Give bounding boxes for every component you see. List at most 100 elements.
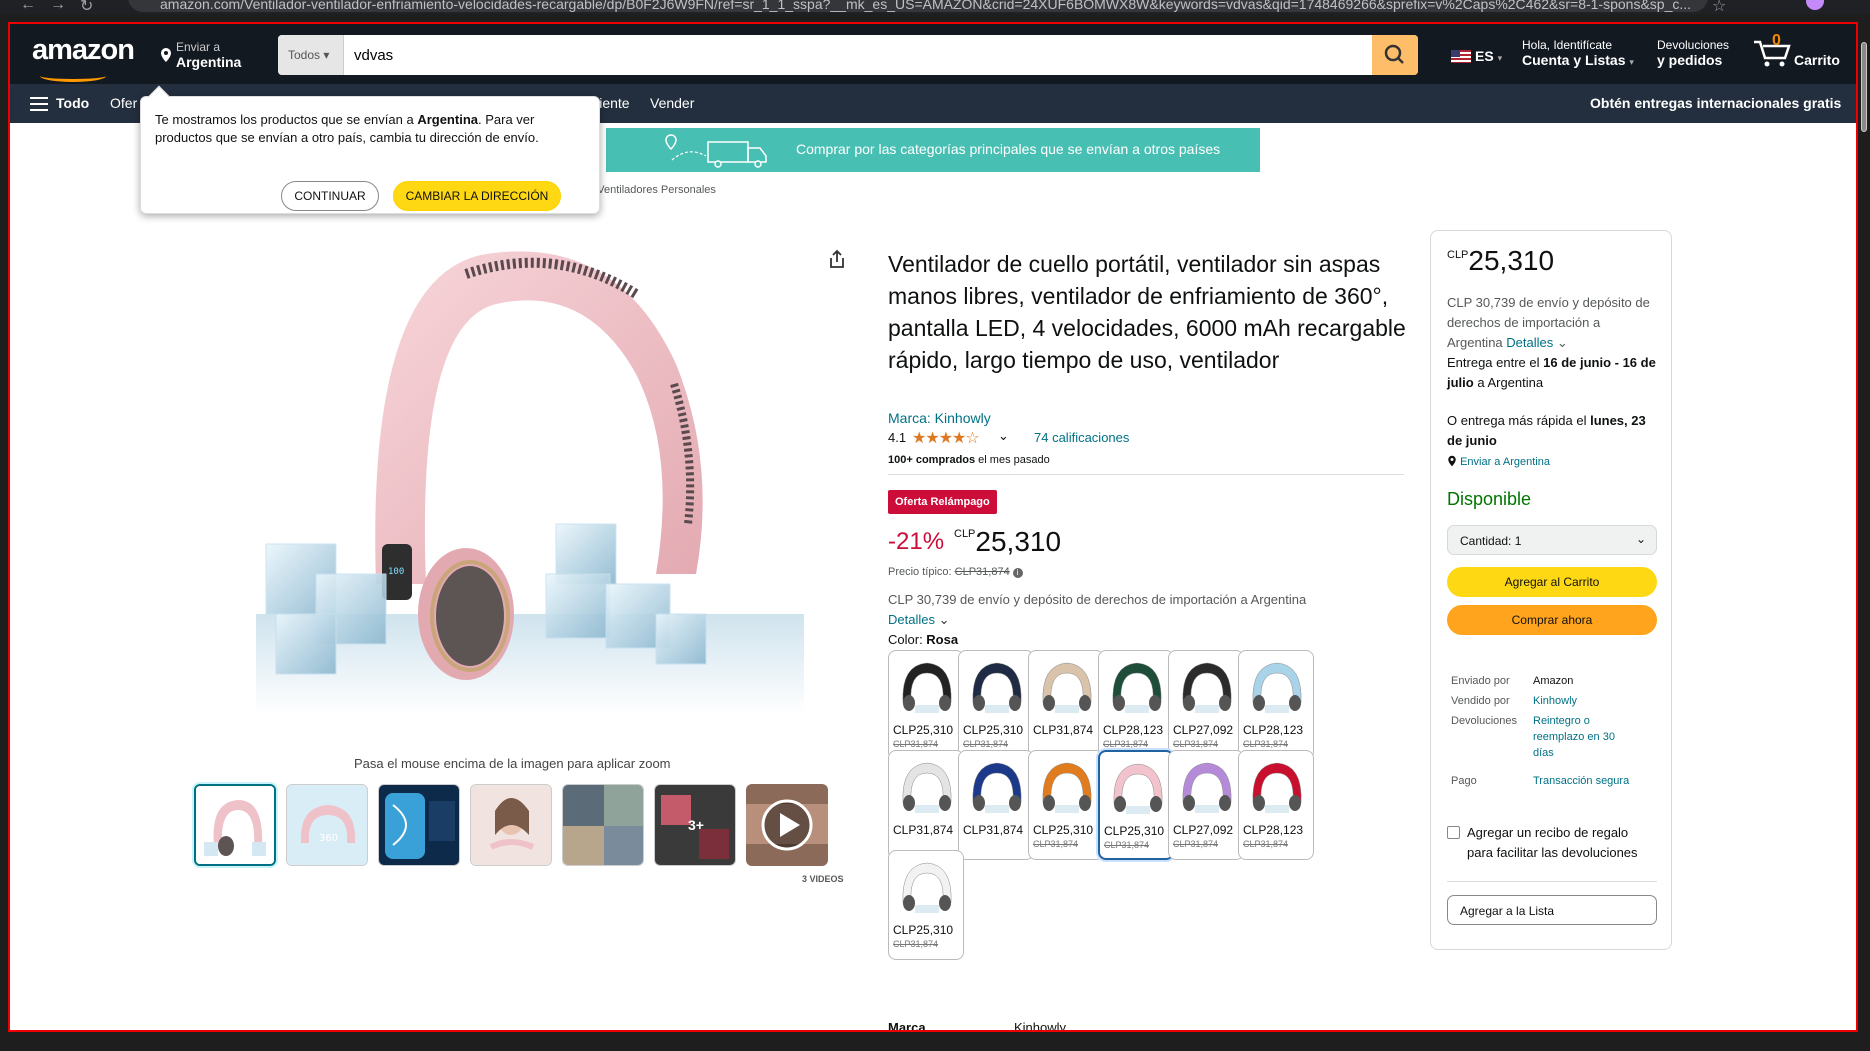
color-swatch[interactable]: CLP25,310 CLP31,874 (888, 650, 964, 760)
spec-brand-label: Marca (888, 1020, 926, 1032)
swatch-fan-icon (902, 862, 952, 913)
swatch-price: CLP28,123 (1243, 823, 1304, 837)
forward-icon[interactable]: → (50, 0, 66, 14)
change-address-button[interactable]: CAMBIAR LA DIRECCIÓN (393, 181, 561, 211)
swatch-price: CLP28,123 (1103, 723, 1164, 737)
thumbnail-image[interactable] (470, 784, 552, 866)
cart-button[interactable]: 0 Carrito (1752, 32, 1842, 74)
details-link[interactable]: Detalles ⌄ (888, 612, 950, 628)
chevron-down-icon[interactable]: ⌄ (998, 428, 1009, 444)
swatch-old-price: CLP31,874 (963, 739, 1009, 749)
buybox-delivery: Entrega entre el 16 de junio - 16 de jul… (1447, 353, 1657, 393)
swatch-price: CLP27,092 (1173, 823, 1234, 837)
delivery-pre: Entrega entre el (1447, 355, 1544, 370)
color-swatch[interactable]: CLP28,123 CLP31,874 (1238, 750, 1314, 860)
shipping-categories-banner[interactable]: Comprar por las categorías principales q… (606, 128, 1260, 172)
color-swatch[interactable]: CLP27,092 CLP31,874 (1168, 750, 1244, 860)
selected-color: Rosa (926, 632, 959, 647)
address-bar[interactable]: amazon.com/Ventilador-ventilador-enfriam… (128, 0, 1708, 12)
swatch-price: CLP27,092 (1173, 723, 1234, 737)
buy-now-button[interactable]: Comprar ahora (1447, 605, 1657, 635)
color-swatch[interactable]: CLP25,310 CLP31,874 (888, 850, 964, 960)
cart-count: 0 (1772, 32, 1781, 49)
thumbnail-image[interactable]: 360 (286, 784, 368, 866)
color-swatch[interactable]: CLP28,123 CLP31,874 (1238, 650, 1314, 760)
color-swatch[interactable]: CLP25,310 CLP31,874 (1028, 750, 1104, 860)
chevron-down-icon[interactable]: ⌄ (1557, 335, 1568, 350)
bookmark-star-icon[interactable]: ☆ (1712, 0, 1726, 14)
thumbnail-fan-icon (196, 786, 274, 864)
cart-label: Carrito (1794, 52, 1840, 68)
swatch-old-price: CLP31,874 (1033, 839, 1079, 849)
color-swatch[interactable]: CLP27,092 CLP31,874 (1168, 650, 1244, 760)
hamburger-menu-icon[interactable] (30, 97, 48, 111)
swatch-price: CLP25,310 (963, 723, 1024, 737)
ratings-count-link[interactable]: 74 calificaciones (1034, 430, 1129, 445)
subnav-item-sell[interactable]: Vender (650, 95, 694, 111)
color-swatch[interactable]: CLP31,874 (958, 750, 1034, 860)
reload-icon[interactable]: ↻ (80, 0, 93, 14)
shipped-by-label: Enviado por (1451, 675, 1510, 687)
search-category-select[interactable]: Todos ▾ (278, 35, 344, 75)
continue-button[interactable]: CONTINUAR (281, 181, 379, 211)
color-swatch[interactable]: CLP25,310 CLP31,874 (958, 650, 1034, 760)
returns-orders[interactable]: Devoluciones y pedidos (1657, 38, 1729, 68)
international-shipping-promo[interactable]: Obtén entregas internacionales gratis (1590, 95, 1841, 111)
thumbnail-image[interactable] (378, 784, 460, 866)
swatch-old-price: CLP31,874 (1173, 839, 1219, 849)
color-swatch[interactable]: CLP31,874 (888, 750, 964, 860)
share-icon[interactable] (828, 249, 846, 269)
swatch-price: CLP31,874 (1033, 723, 1094, 737)
info-icon[interactable]: i (1012, 568, 1023, 578)
search-button[interactable] (1372, 35, 1418, 75)
thumbnail-video[interactable] (746, 784, 828, 866)
scrollbar-thumb[interactable] (1861, 42, 1867, 132)
back-icon[interactable]: ← (20, 0, 36, 14)
profile-avatar[interactable] (1806, 0, 1824, 10)
thumbnail-more-images[interactable]: 3+ (654, 784, 736, 866)
returns-policy-link[interactable]: Reintegro o reemplazo en 30 días (1533, 713, 1623, 761)
returns-label: Devoluciones (1451, 715, 1518, 727)
popover-message: Te mostramos los productos que se envían… (155, 111, 585, 147)
quantity-select[interactable]: Cantidad: 1 ⌄ (1447, 525, 1657, 555)
deliver-to[interactable]: Enviar a Argentina (160, 40, 241, 70)
breadcrumb[interactable]: s › Ventiladores Personales (582, 184, 716, 196)
search-icon (1384, 44, 1404, 64)
typical-price: Precio típico: CLP31,874 i (888, 566, 1023, 578)
returns-label: Devoluciones (1657, 38, 1730, 52)
add-to-list-button[interactable]: Agregar a la Lista (1447, 895, 1657, 925)
all-menu-button[interactable]: Todo (56, 95, 89, 111)
delivery-location-popover: Te mostramos los productos que se envían… (140, 85, 600, 214)
thumbnail-lifestyle-icon (563, 785, 643, 865)
star-rating-icon[interactable]: ★★★★☆ (912, 428, 980, 448)
popover-message-pre: Te mostramos los productos que se envían… (155, 112, 418, 127)
amazon-logo[interactable]: amazon (32, 34, 135, 82)
buybox-location-link[interactable]: Enviar a Argentina (1447, 455, 1657, 468)
color-swatch[interactable]: CLP25,310 CLP31,874 (1098, 750, 1174, 860)
thumbnail-image[interactable] (562, 784, 644, 866)
add-to-cart-button[interactable]: Agregar al Carrito (1447, 567, 1657, 597)
color-swatch[interactable]: CLP28,123 CLP31,874 (1098, 650, 1174, 760)
banner-text: Comprar por las categorías principales q… (796, 141, 1221, 157)
buybox-shipping: CLP 30,739 de envío y depósito de derech… (1447, 293, 1657, 353)
buybox-details-link[interactable]: Detalles (1506, 335, 1553, 350)
spec-brand-value: Kinhowly (1014, 1020, 1067, 1032)
location-pin-icon (1448, 455, 1456, 467)
account-lists[interactable]: Hola, Identifícate Cuenta y Listas ▾ (1522, 38, 1634, 70)
price-currency: CLP (954, 528, 976, 540)
chevron-down-icon: ▾ (323, 48, 330, 62)
seller-link[interactable]: Kinhowly (1533, 693, 1653, 709)
swatch-old-price: CLP31,874 (1173, 739, 1219, 749)
brand-link[interactable]: Marca: Kinhowly (888, 410, 991, 426)
color-swatch[interactable]: CLP31,874 (1028, 650, 1104, 760)
thumbnail-image[interactable] (194, 784, 276, 866)
secure-transaction-link[interactable]: Transacción segura (1533, 773, 1653, 789)
scrollbar[interactable] (1858, 22, 1870, 1032)
subnav-item-offers[interactable]: Ofer (110, 95, 137, 111)
stock-status: Disponible (1447, 489, 1532, 509)
main-product-image[interactable]: 100 (256, 214, 804, 714)
gift-receipt-checkbox[interactable] (1447, 826, 1460, 839)
language-selector[interactable]: ES ▾ (1451, 48, 1502, 64)
search-input[interactable] (344, 35, 1354, 75)
swatch-price: CLP25,310 (1104, 824, 1165, 838)
